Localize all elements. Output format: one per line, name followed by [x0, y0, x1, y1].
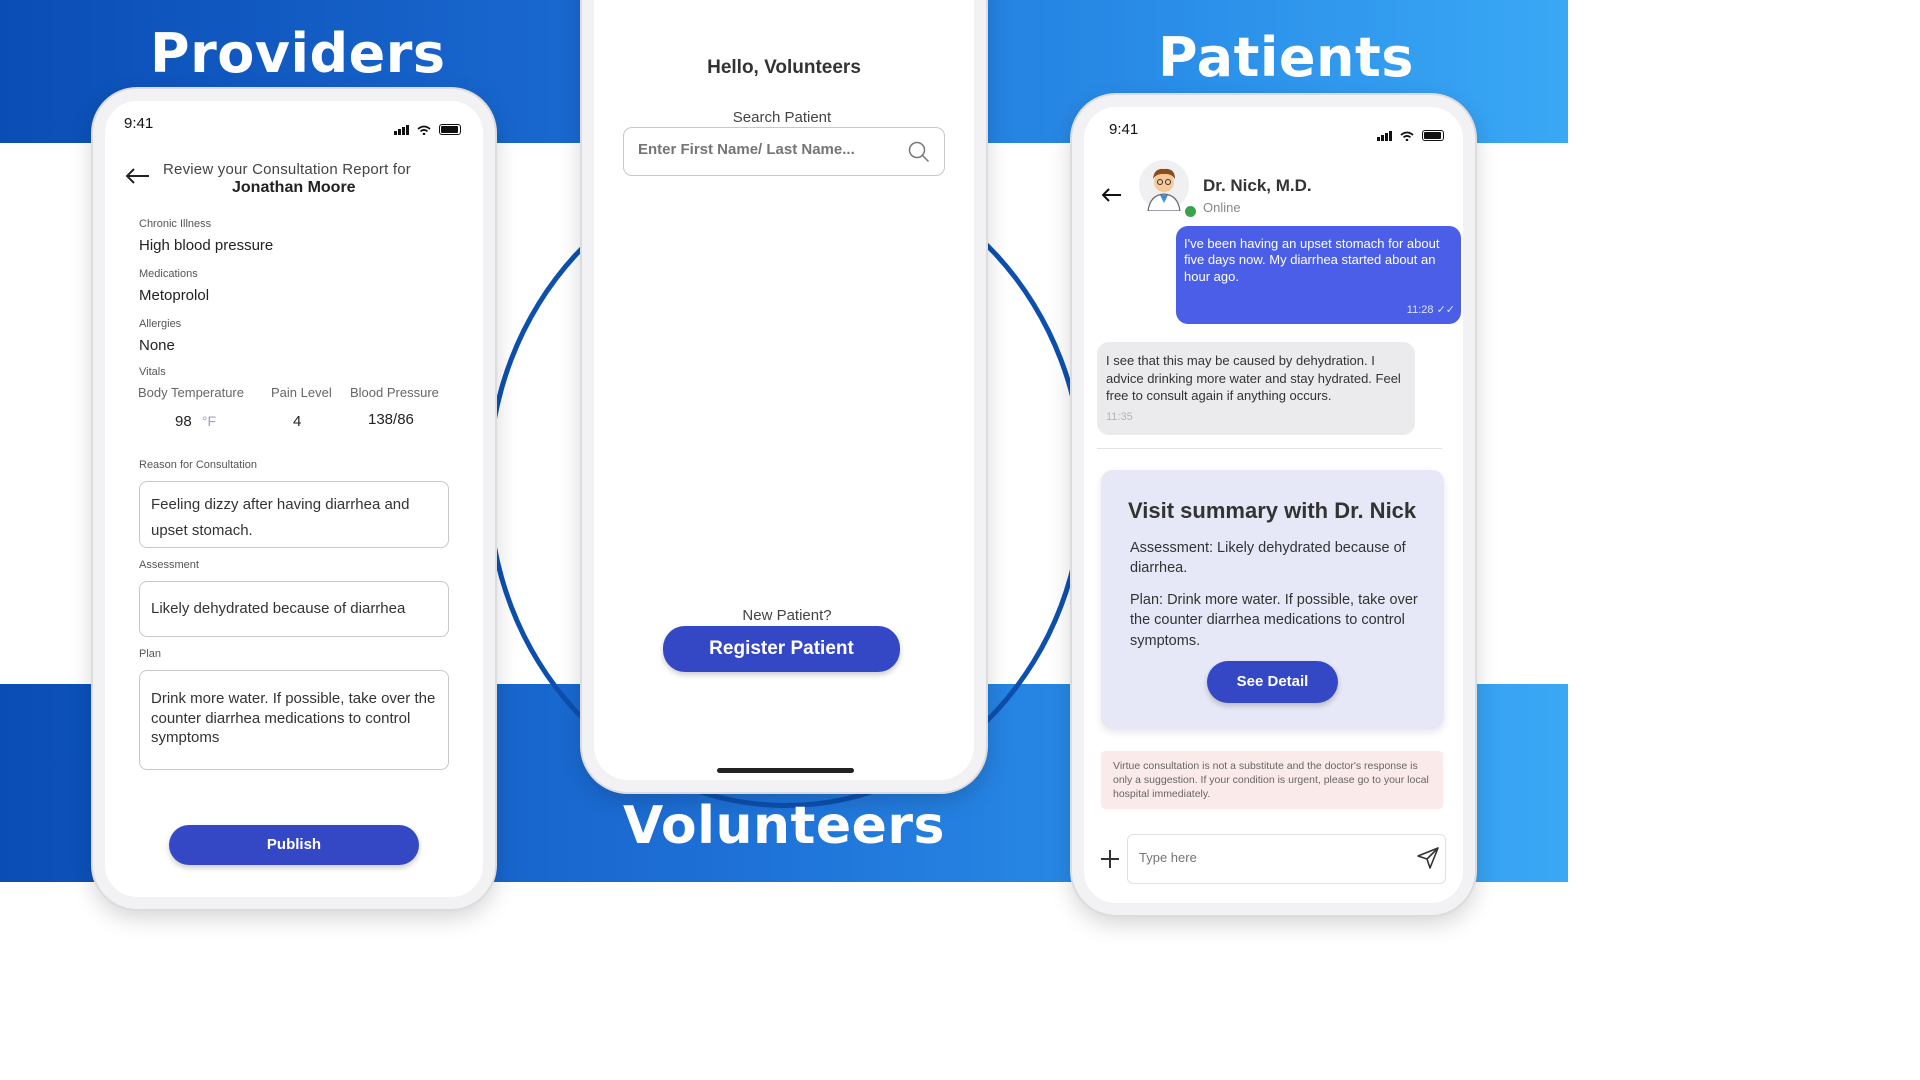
body-temperature-label: Body Temperature: [138, 385, 244, 400]
assessment-field[interactable]: Likely dehydrated because of diarrhea: [139, 581, 449, 637]
visit-summary-card: Visit summary with Dr. Nick Assessment: …: [1101, 470, 1444, 729]
patients-heading: Patients: [1158, 26, 1414, 89]
status-icons: [394, 117, 461, 135]
battery-icon: [1421, 130, 1444, 141]
blood-pressure-label: Blood Pressure: [350, 385, 439, 400]
divider: [1097, 448, 1442, 449]
add-icon[interactable]: [1100, 849, 1120, 869]
outgoing-message-time: 11:28 ✓✓: [1407, 304, 1455, 318]
plan-field[interactable]: Drink more water. If possible, take over…: [139, 670, 449, 770]
summary-assessment: Assessment: Likely dehydrated because of…: [1130, 540, 1406, 577]
wifi-icon: [1400, 131, 1415, 141]
pain-level-value: 4: [293, 413, 302, 430]
back-arrow-icon[interactable]: [1102, 188, 1122, 202]
see-detail-button[interactable]: See Detail: [1207, 661, 1338, 703]
publish-button[interactable]: Publish: [169, 825, 419, 865]
temperature-value: 98 °F: [175, 413, 216, 430]
wifi-icon: [417, 125, 432, 135]
message-time: 11:28: [1406, 304, 1434, 317]
pain-level-label: Pain Level: [271, 385, 332, 400]
reason-label: Reason for Consultation: [139, 459, 258, 471]
incoming-message-text: I see that this may be caused by dehydra…: [1106, 353, 1401, 404]
assessment-label: Assessment: [139, 559, 199, 571]
battery-icon: [438, 124, 461, 135]
providers-heading: Providers: [150, 22, 446, 85]
greeting: Hello, Volunteers: [707, 57, 861, 78]
outgoing-message: I've been having an upset stomach for ab…: [1176, 226, 1461, 324]
register-patient-button[interactable]: Register Patient: [663, 626, 900, 672]
incoming-message-time: 11:35: [1106, 411, 1133, 424]
blood-pressure-value: 138/86: [368, 411, 414, 428]
patient-name: Jonathan Moore: [232, 179, 356, 196]
summary-plan: Plan: Drink more water. If possible, tak…: [1130, 592, 1418, 649]
chronic-illness-value: High blood pressure: [139, 237, 274, 254]
reason-field[interactable]: Feeling dizzy after having diarrhea and …: [139, 481, 449, 548]
doctor-status: Online: [1203, 200, 1241, 215]
home-indicator: [717, 768, 854, 773]
volunteer-phone: Hello, Volunteers Search Patient New Pat…: [582, 0, 986, 792]
chronic-illness-label: Chronic Illness: [139, 218, 212, 230]
patient-phone: 9:41 Dr. Nick, M.D. Online I've been hav…: [1072, 95, 1475, 915]
outgoing-message-text: I've been having an upset stomach for ab…: [1184, 236, 1440, 284]
status-icons: [1377, 123, 1444, 141]
incoming-message: I see that this may be caused by dehydra…: [1097, 342, 1415, 435]
temperature-unit: °F: [201, 413, 217, 429]
disclaimer: Virtue consultation is not a substitute …: [1101, 751, 1443, 809]
allergies-value: None: [139, 337, 175, 354]
message-input-box[interactable]: [1127, 834, 1446, 884]
status-time: 9:41: [1109, 121, 1139, 138]
message-input[interactable]: [1137, 849, 1391, 866]
status-time: 9:41: [124, 115, 154, 132]
send-icon[interactable]: [1417, 847, 1439, 869]
search-patient-label: Search Patient: [732, 109, 832, 126]
temperature-number: 98: [175, 413, 192, 430]
double-check-icon: ✓✓: [1436, 304, 1455, 317]
online-indicator: [1183, 204, 1198, 219]
medications-value: Metoprolol: [139, 287, 210, 304]
search-input[interactable]: [636, 140, 890, 159]
doctor-avatar-icon: [1139, 160, 1189, 211]
volunteers-heading: Volunteers: [623, 796, 945, 856]
search-box[interactable]: [623, 127, 945, 176]
report-header: Review your Consultation Report for: [163, 161, 411, 178]
search-icon[interactable]: [908, 141, 930, 163]
vitals-label: Vitals: [139, 366, 166, 378]
medications-label: Medications: [139, 268, 198, 280]
new-patient-label: New Patient?: [742, 607, 832, 624]
provider-phone: 9:41 Review your Consultation Report for…: [93, 89, 495, 909]
allergies-label: Allergies: [139, 318, 182, 330]
doctor-name: Dr. Nick, M.D.: [1203, 176, 1312, 195]
back-arrow-icon[interactable]: [126, 168, 150, 184]
summary-title: Visit summary with Dr. Nick: [1128, 498, 1417, 523]
plan-label: Plan: [139, 648, 162, 660]
